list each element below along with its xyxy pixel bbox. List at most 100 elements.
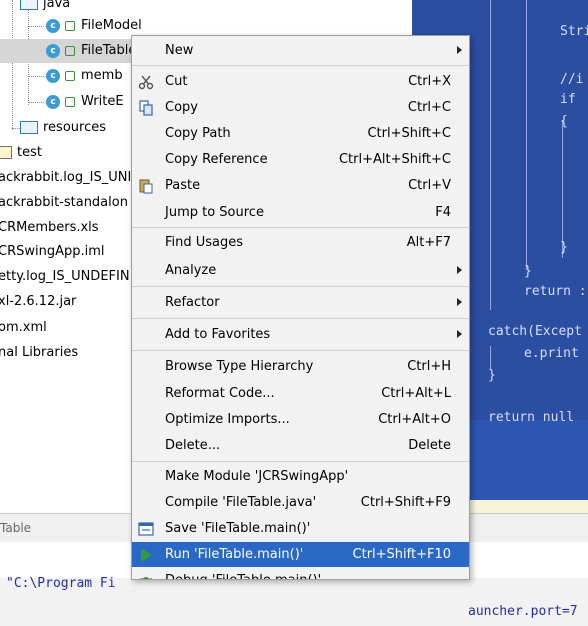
- tree-item-label: WriteE: [81, 94, 124, 109]
- submenu-arrow-icon: [457, 330, 462, 338]
- console-command-tail: auncher.port=7: [468, 604, 578, 619]
- menu-item-paste[interactable]: Paste Ctrl+V: [132, 173, 469, 198]
- tree-item-label: etty.log_IS_UNDEFIN: [0, 269, 130, 284]
- class-icon: c: [46, 94, 60, 109]
- tree-item-file[interactable]: etty.log_IS_UNDEFIN: [0, 265, 130, 289]
- tree-item-label: memb: [81, 68, 123, 83]
- menu-item-new[interactable]: New: [132, 38, 469, 63]
- menu-item-browse-type-hierarchy[interactable]: Browse Type Hierarchy Ctrl+H: [132, 354, 469, 379]
- menu-item-find-usages[interactable]: Find Usages Alt+F7: [132, 230, 469, 255]
- tree-item-file[interactable]: ackrabbit.log_IS_UNI: [0, 166, 131, 190]
- menu-item-compile[interactable]: Compile 'FileTable.java' Ctrl+Shift+F9: [132, 490, 469, 515]
- menu-item-debug[interactable]: Debug 'FileTable.main()': [132, 568, 469, 579]
- tree-connector: [28, 26, 44, 27]
- menu-item-label: Reformat Code...: [165, 386, 275, 401]
- tree-item-file[interactable]: CRSwingApp.iml: [0, 240, 105, 264]
- debug-icon: [140, 577, 152, 579]
- menu-separator: [132, 461, 469, 462]
- tree-connector: [28, 102, 44, 103]
- menu-item-label: Analyze: [165, 263, 217, 278]
- menu-item-label: Debug 'FileTable.main()': [165, 568, 321, 579]
- tree-item-label: FileTable: [81, 43, 137, 58]
- menu-item-make-module[interactable]: Make Module 'JCRSwingApp': [132, 464, 469, 489]
- code-line: }: [488, 368, 496, 383]
- menu-item-shortcut: Ctrl+X: [408, 74, 451, 89]
- tree-item-members[interactable]: c memb: [46, 64, 123, 88]
- tree-item-file[interactable]: nal Libraries: [0, 341, 78, 365]
- lock-icon: [65, 70, 75, 81]
- menu-separator: [132, 286, 469, 287]
- lock-icon: [65, 45, 75, 56]
- tree-item-label: nal Libraries: [0, 345, 79, 360]
- class-icon: c: [46, 18, 60, 33]
- tree-item-label: om.xml: [0, 320, 47, 335]
- menu-item-shortcut: Alt+F7: [406, 235, 451, 250]
- menu-item-cut[interactable]: Cut Ctrl+X: [132, 69, 469, 94]
- menu-item-shortcut: Ctrl+H: [407, 359, 451, 374]
- code-line: Stri: [560, 24, 588, 39]
- menu-item-label: Browse Type Hierarchy: [165, 359, 314, 374]
- menu-item-refactor[interactable]: Refactor: [132, 290, 469, 315]
- tree-item-label: java: [43, 0, 71, 11]
- save-config-icon: [138, 522, 154, 536]
- menu-item-label: New: [165, 43, 194, 58]
- menu-item-shortcut: Ctrl+Alt+L: [381, 386, 451, 401]
- menu-item-jump-to-source[interactable]: Jump to Source F4: [132, 200, 469, 225]
- menu-item-delete[interactable]: Delete... Delete: [132, 433, 469, 458]
- menu-item-label: Run 'FileTable.main()': [165, 547, 304, 562]
- menu-item-copy-path[interactable]: Copy Path Ctrl+Shift+C: [132, 121, 469, 146]
- menu-separator: [132, 318, 469, 319]
- menu-item-save-configuration[interactable]: Save 'FileTable.main()': [132, 516, 469, 541]
- code-line: {: [560, 114, 568, 129]
- menu-item-copy[interactable]: Copy Ctrl+C: [132, 95, 469, 120]
- tree-item-resources[interactable]: resources: [20, 116, 106, 140]
- context-menu: New Cut Ctrl+X Copy Ctrl+C Copy Path Ctr…: [131, 35, 470, 580]
- tree-guide-line: [12, 0, 13, 130]
- tree-item-filemodel[interactable]: c FileModel: [46, 14, 142, 38]
- menu-item-label: Delete...: [165, 438, 221, 453]
- menu-item-analyze[interactable]: Analyze: [132, 258, 469, 283]
- code-line: return null: [488, 410, 575, 425]
- menu-item-label: Compile 'FileTable.java': [165, 495, 317, 510]
- code-line: e.print: [524, 346, 579, 361]
- run-tab-label: Table: [0, 521, 32, 535]
- menu-item-label: Refactor: [165, 295, 220, 310]
- tree-item-file[interactable]: xl-2.6.12.jar: [0, 290, 76, 314]
- menu-item-label: Copy Path: [165, 126, 231, 141]
- menu-item-reformat-code[interactable]: Reformat Code... Ctrl+Alt+L: [132, 381, 469, 406]
- indent-guide: [526, 0, 527, 270]
- console-command-text: "C:\Program Fi: [6, 576, 116, 591]
- tree-item-writee[interactable]: c WriteE: [46, 90, 124, 114]
- menu-item-shortcut: Ctrl+Shift+C: [367, 126, 451, 141]
- folder-icon: [20, 0, 38, 10]
- menu-item-shortcut: Ctrl+Alt+O: [378, 412, 451, 427]
- tree-item-label: xl-2.6.12.jar: [0, 294, 77, 309]
- menu-item-shortcut: Ctrl+Shift+F9: [360, 495, 451, 510]
- indent-guide: [490, 0, 491, 310]
- menu-separator: [132, 65, 469, 66]
- menu-item-label: Jump to Source: [165, 205, 264, 220]
- class-icon: c: [46, 43, 60, 58]
- menu-item-label: Cut: [165, 74, 188, 89]
- code-line: }: [524, 264, 532, 279]
- tree-item-test[interactable]: test: [0, 141, 42, 165]
- menu-item-shortcut: Delete: [408, 438, 451, 453]
- menu-item-shortcut: Ctrl+Shift+F10: [352, 547, 451, 562]
- tree-item-label: resources: [43, 120, 107, 135]
- menu-item-shortcut: Ctrl+V: [408, 178, 451, 193]
- menu-item-label: Add to Favorites: [165, 327, 271, 342]
- menu-item-label: Optimize Imports...: [165, 412, 290, 427]
- tree-item-label: ackrabbit.log_IS_UNI: [0, 170, 132, 185]
- menu-item-optimize-imports[interactable]: Optimize Imports... Ctrl+Alt+O: [132, 407, 469, 432]
- menu-item-run[interactable]: Run 'FileTable.main()' Ctrl+Shift+F10: [132, 542, 469, 567]
- tree-item-file[interactable]: om.xml: [0, 316, 47, 340]
- menu-item-shortcut: F4: [435, 205, 451, 220]
- menu-item-copy-reference[interactable]: Copy Reference Ctrl+Alt+Shift+C: [132, 147, 469, 172]
- run-icon: [141, 548, 152, 562]
- tree-item-label: FileModel: [81, 18, 142, 33]
- menu-item-add-to-favorites[interactable]: Add to Favorites: [132, 322, 469, 347]
- submenu-arrow-icon: [457, 266, 462, 274]
- code-line: return :: [524, 284, 587, 299]
- tree-item-file[interactable]: CRMembers.xls: [0, 216, 99, 240]
- tree-item-file[interactable]: ackrabbit-standalon: [0, 191, 128, 215]
